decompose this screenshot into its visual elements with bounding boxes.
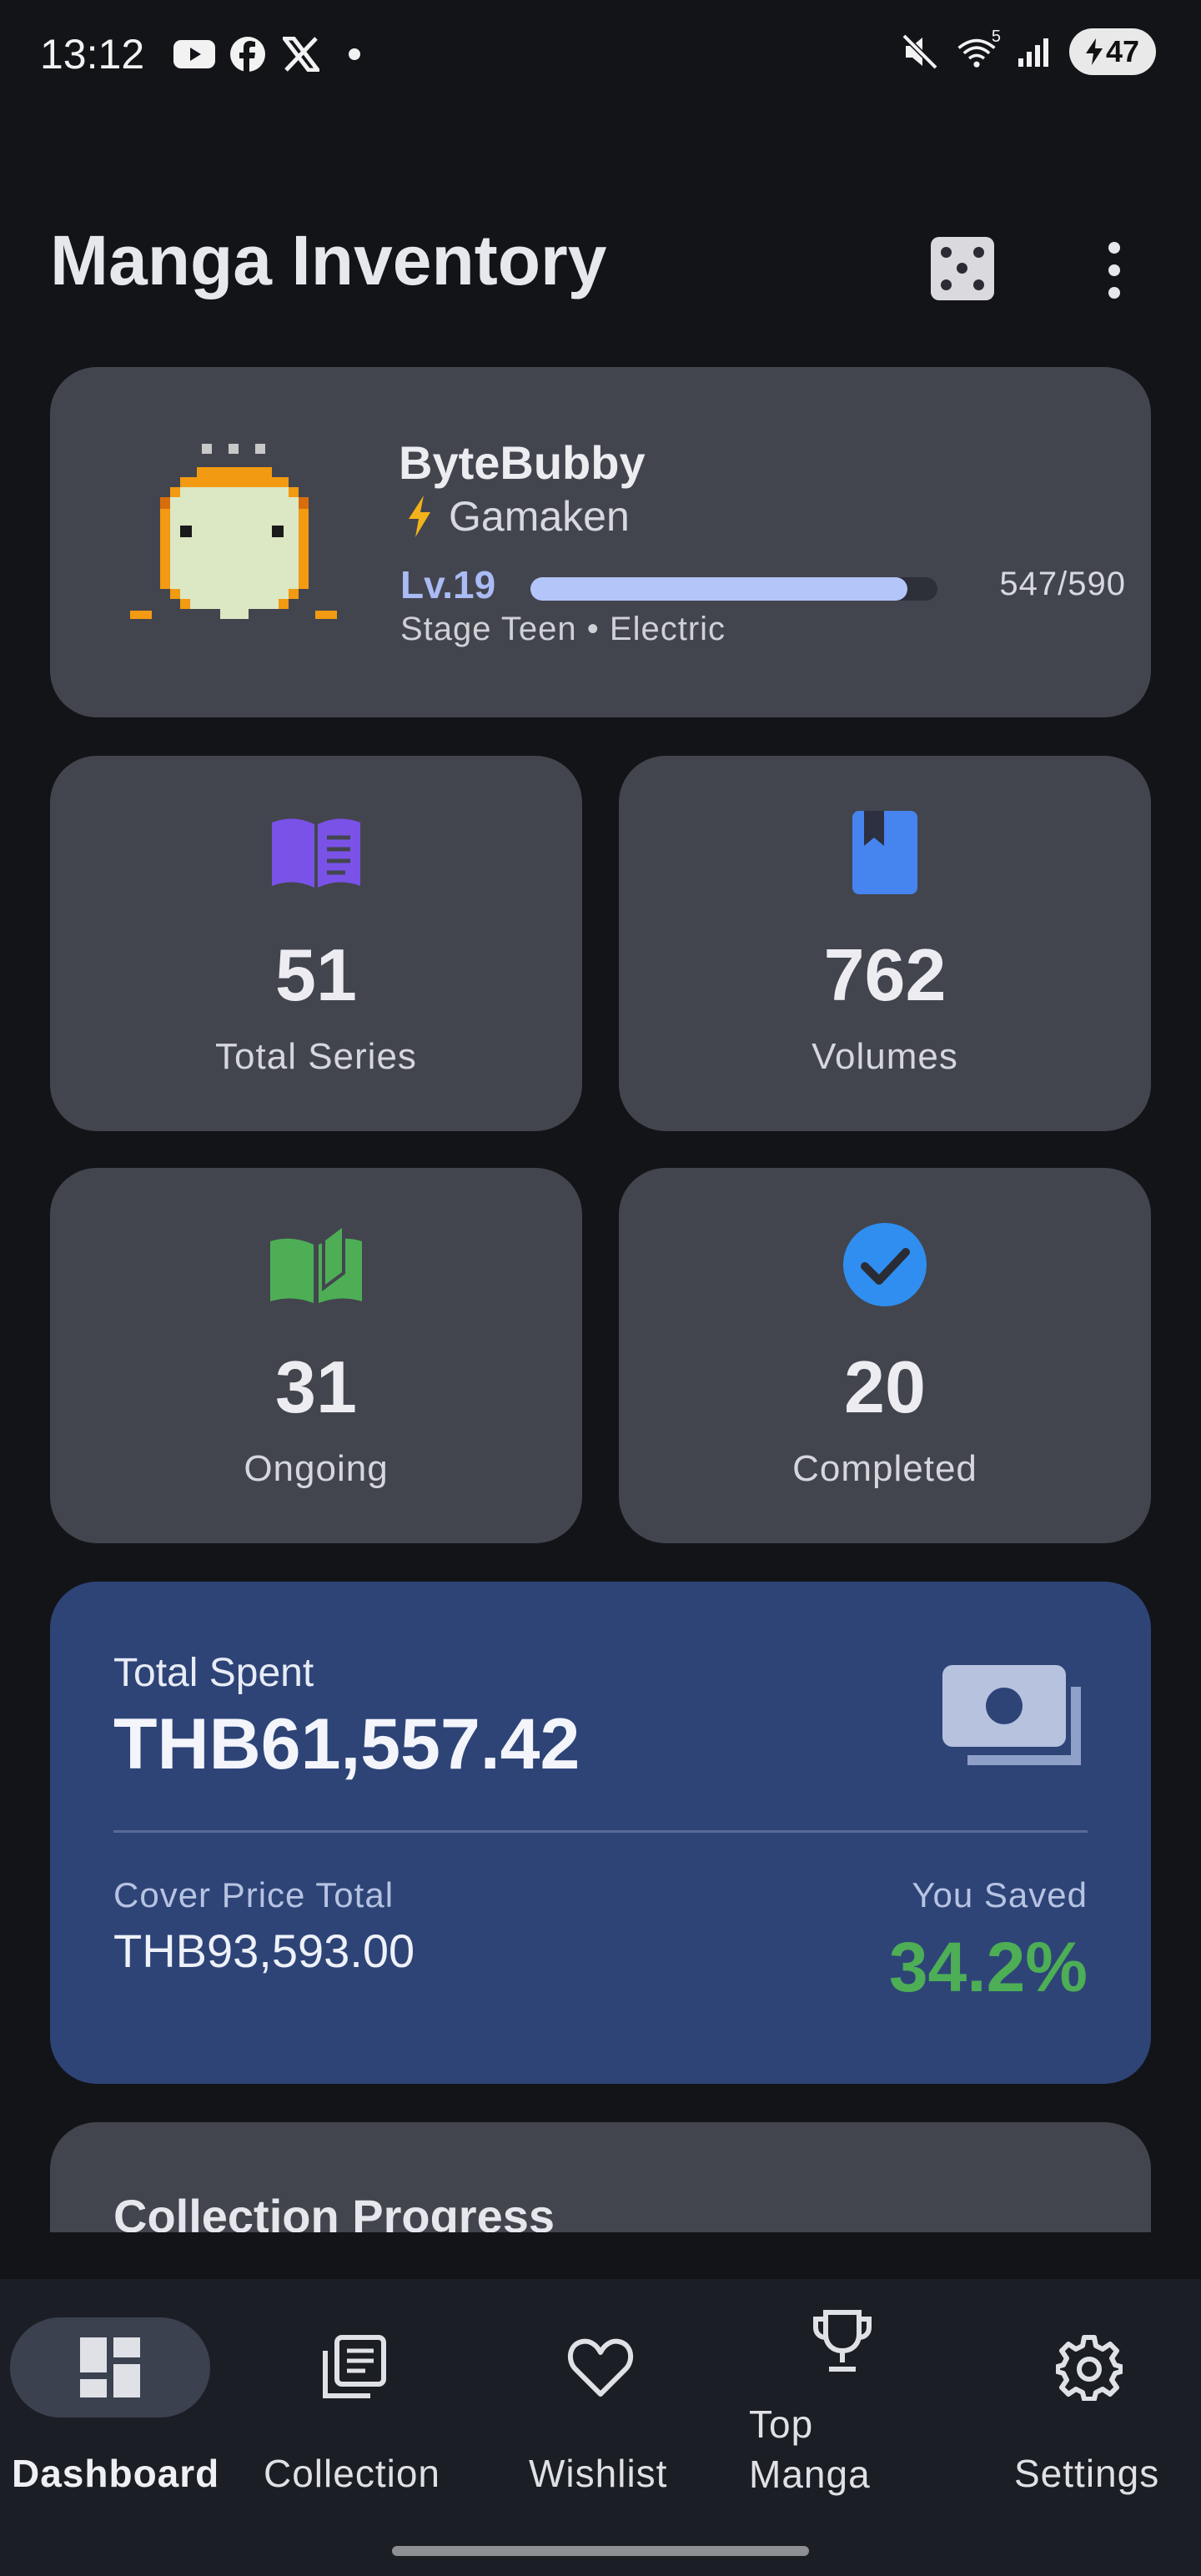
pet-card[interactable]: ByteBubby Gamaken Lv.19 547/590 Stage Te… (50, 367, 1151, 717)
cover-price-label: Cover Price Total (113, 1875, 394, 1914)
total-spent-value: THB61,557.42 (113, 1704, 580, 1784)
battery-level: 47 (1105, 34, 1140, 68)
bookmark-book-icon (852, 811, 917, 894)
nav-item-settings[interactable]: Settings (992, 2279, 1193, 2529)
xp-progress-bar (530, 577, 937, 601)
more-vert-icon[interactable] (1093, 239, 1136, 302)
nav-label: Collection (264, 2452, 440, 2495)
x-icon (280, 35, 322, 73)
notification-icons (173, 35, 375, 73)
pet-level: Lv.19 (400, 563, 496, 606)
bottom-navigation: Dashboard Collection Wishlist Top Manga … (0, 2279, 1201, 2576)
dashboard-icon (80, 2337, 140, 2397)
nav-label: Wishlist (529, 2452, 668, 2495)
xp-progress-fill (530, 577, 908, 601)
lightning-icon (409, 496, 430, 537)
status-time: 13:12 (40, 31, 145, 78)
stat-card-volumes[interactable]: 762 Volumes (619, 756, 1151, 1131)
level-row: Lv.19 547/590 (400, 562, 1126, 612)
system-icons: 5 47 (899, 28, 1156, 75)
collection-progress-clip: Collection Progress (50, 2122, 1151, 2232)
wifi-icon: 5 (956, 28, 1001, 71)
facebook-icon (227, 35, 269, 73)
money-icon (942, 1665, 1081, 1765)
dice-icon[interactable] (931, 237, 994, 300)
stat-value: 51 (275, 933, 357, 1016)
battery-indicator: 47 (1069, 28, 1156, 75)
stat-card-total-series[interactable]: 51 Total Series (50, 756, 582, 1131)
status-bar: 13:12 5 47 (0, 0, 1201, 108)
mute-icon (899, 33, 941, 71)
trophy-icon (813, 2310, 872, 2372)
saved-label: You Saved (912, 1875, 1088, 1914)
nav-item-collection[interactable]: Collection (240, 2279, 474, 2529)
collection-icon (323, 2335, 386, 2398)
collection-progress-title: Collection Progress (113, 2190, 555, 2232)
stat-label: Volumes (812, 1036, 958, 1077)
collection-progress-card[interactable]: Collection Progress (50, 2122, 1151, 2232)
saved-value: 34.2% (888, 1928, 1088, 2006)
stat-label: Total Series (215, 1036, 417, 1077)
pet-avatar (130, 444, 337, 619)
charging-icon (1085, 38, 1103, 65)
heart-icon (567, 2338, 634, 2397)
pet-stage: Stage Teen • Electric (400, 611, 726, 647)
reading-book-icon (270, 1223, 362, 1303)
pet-owner-row: Gamaken (407, 492, 630, 541)
youtube-icon (173, 35, 215, 73)
spending-card[interactable]: Total Spent THB61,557.42 Cover Price Tot… (50, 1582, 1151, 2084)
stat-value: 31 (275, 1346, 357, 1428)
page-title: Manga Inventory (50, 221, 607, 299)
total-spent-label: Total Spent (113, 1651, 314, 1695)
signal-icon (1013, 33, 1054, 71)
nav-item-top-manga[interactable]: Top Manga (726, 2279, 942, 2529)
cover-price-value: THB93,593.00 (113, 1924, 415, 1977)
stat-value: 20 (844, 1346, 926, 1428)
wifi-badge: 5 (991, 28, 1001, 46)
open-book-icon (272, 818, 360, 888)
stat-card-ongoing[interactable]: 31 Ongoing (50, 1168, 582, 1543)
stat-card-completed[interactable]: 20 Completed (619, 1168, 1151, 1543)
pet-owner: Gamaken (449, 493, 630, 540)
gear-icon (1056, 2335, 1123, 2401)
check-circle-icon (843, 1223, 927, 1306)
stat-label: Completed (792, 1448, 977, 1489)
stat-label: Ongoing (244, 1448, 389, 1489)
divider (113, 1830, 1088, 1833)
nav-item-dashboard[interactable]: Dashboard (0, 2279, 220, 2529)
nav-label: Dashboard (12, 2452, 220, 2495)
xp-text: 547/590 (999, 566, 1126, 602)
nav-label: Settings (1014, 2452, 1160, 2495)
pet-name: ByteBubby (399, 436, 646, 489)
dot-icon (334, 35, 375, 73)
stat-value: 762 (823, 933, 947, 1016)
nav-label: Top Manga (749, 2402, 871, 2496)
nav-item-wishlist[interactable]: Wishlist (500, 2279, 701, 2529)
home-indicator[interactable] (392, 2546, 809, 2556)
